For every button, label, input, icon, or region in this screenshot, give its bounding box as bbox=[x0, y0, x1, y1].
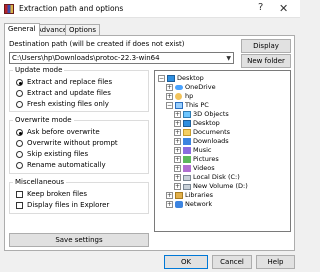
help-button[interactable]: Help bbox=[256, 255, 295, 269]
destination-path-label: Destination path (will be created if doe… bbox=[9, 40, 185, 48]
update-mode-title: Update mode bbox=[15, 66, 63, 74]
tab-general[interactable]: General bbox=[4, 23, 40, 36]
update-mode-group: Update mode Extract and replace files Ex… bbox=[9, 66, 149, 112]
tree-node-label: 3D Objects bbox=[193, 110, 229, 118]
tree-node-label: Pictures bbox=[193, 155, 219, 163]
expand-icon[interactable]: + bbox=[166, 192, 173, 199]
tree-node-label: Documents bbox=[193, 128, 231, 136]
expand-icon[interactable]: + bbox=[174, 138, 181, 145]
expand-icon[interactable]: + bbox=[166, 93, 173, 100]
miscellaneous-group: Miscellaneous Keep broken files Display … bbox=[9, 178, 149, 214]
option-label: Keep broken files bbox=[27, 190, 88, 198]
user-icon bbox=[175, 93, 182, 100]
display-button[interactable]: Display bbox=[241, 39, 291, 53]
tree-node-label: Network bbox=[185, 200, 213, 208]
radio bbox=[16, 90, 23, 97]
expand-icon[interactable]: + bbox=[174, 174, 181, 181]
expand-icon[interactable]: + bbox=[174, 120, 181, 127]
videos-icon bbox=[183, 165, 191, 172]
expand-icon[interactable]: + bbox=[166, 201, 173, 208]
collapse-icon[interactable]: − bbox=[158, 75, 165, 82]
checkbox bbox=[16, 191, 23, 198]
tree-node-label: This PC bbox=[185, 101, 209, 109]
drive-icon bbox=[183, 184, 191, 190]
tree-node-label: Music bbox=[193, 146, 212, 154]
help-icon[interactable]: ? bbox=[258, 2, 263, 13]
save-settings-button[interactable]: Save settings bbox=[9, 233, 149, 247]
title-bar: Extraction path and options ? ✕ bbox=[0, 0, 300, 18]
option-label: Rename automatically bbox=[27, 161, 106, 169]
computer-icon bbox=[175, 102, 183, 109]
tree-node-label: New Volume (D:) bbox=[193, 182, 248, 190]
radio bbox=[16, 140, 23, 147]
collapse-icon[interactable]: − bbox=[166, 102, 173, 109]
expand-icon[interactable]: + bbox=[174, 183, 181, 190]
overwrite-mode-title: Overwrite mode bbox=[15, 116, 72, 124]
destination-path-value: C:\Users\hp\Downloads\protoc-22.3-win64 bbox=[12, 54, 160, 62]
ok-button[interactable]: OK bbox=[164, 255, 208, 269]
option-label: Display files in Explorer bbox=[27, 201, 110, 209]
general-tab-panel: Destination path (will be created if doe… bbox=[4, 35, 295, 251]
documents-icon bbox=[183, 129, 191, 136]
expand-icon[interactable]: + bbox=[166, 84, 173, 91]
folder-tree[interactable]: − Desktop + OneDrive + hp − This PC + 3D… bbox=[154, 70, 291, 232]
expand-icon[interactable]: + bbox=[174, 111, 181, 118]
option-label: Extract and replace files bbox=[27, 78, 113, 86]
winrar-app-icon bbox=[4, 4, 14, 14]
music-icon bbox=[183, 147, 191, 154]
radio-selected bbox=[16, 129, 23, 136]
tree-node-label: Desktop bbox=[177, 74, 204, 82]
tree-node-label: Desktop bbox=[193, 119, 220, 127]
tab-options[interactable]: Options bbox=[65, 24, 101, 35]
tree-node-label: Downloads bbox=[193, 137, 229, 145]
new-folder-button[interactable]: New folder bbox=[241, 54, 291, 68]
option-label: Overwrite without prompt bbox=[27, 139, 118, 147]
option-label: Extract and update files bbox=[27, 89, 111, 97]
radio-selected bbox=[16, 79, 23, 86]
downloads-icon bbox=[183, 138, 191, 145]
3d-objects-icon bbox=[183, 111, 191, 118]
tree-node-label: Local Disk (C:) bbox=[193, 173, 240, 181]
tree-node-label: OneDrive bbox=[185, 83, 216, 91]
cancel-button[interactable]: Cancel bbox=[212, 255, 252, 269]
option-label: Ask before overwrite bbox=[27, 128, 100, 136]
desktop-icon bbox=[167, 75, 175, 82]
window-title: Extraction path and options bbox=[19, 4, 124, 13]
tree-node-label: Videos bbox=[193, 164, 215, 172]
destination-path-combobox[interactable]: C:\Users\hp\Downloads\protoc-22.3-win64 … bbox=[9, 52, 234, 64]
checkbox bbox=[16, 202, 23, 209]
expand-icon[interactable]: + bbox=[174, 129, 181, 136]
radio bbox=[16, 162, 23, 169]
option-label: Fresh existing files only bbox=[27, 100, 109, 108]
radio bbox=[16, 151, 23, 158]
pictures-icon bbox=[183, 156, 191, 163]
chevron-down-icon[interactable]: ▼ bbox=[226, 54, 231, 63]
expand-icon[interactable]: + bbox=[174, 147, 181, 154]
close-icon[interactable]: ✕ bbox=[279, 2, 288, 15]
cloud-icon bbox=[175, 85, 183, 90]
tree-node-label: hp bbox=[185, 92, 194, 100]
expand-icon[interactable]: + bbox=[174, 165, 181, 172]
drive-icon bbox=[183, 175, 191, 181]
overwrite-mode-group: Overwrite mode Ask before overwrite Over… bbox=[9, 116, 149, 174]
tree-node-label: Libraries bbox=[185, 191, 214, 199]
option-label: Skip existing files bbox=[27, 150, 89, 158]
desktop-folder-icon bbox=[183, 120, 191, 127]
radio bbox=[16, 101, 23, 108]
miscellaneous-title: Miscellaneous bbox=[15, 178, 65, 186]
libraries-icon bbox=[175, 192, 183, 199]
network-icon bbox=[175, 201, 183, 208]
expand-icon[interactable]: + bbox=[174, 156, 181, 163]
